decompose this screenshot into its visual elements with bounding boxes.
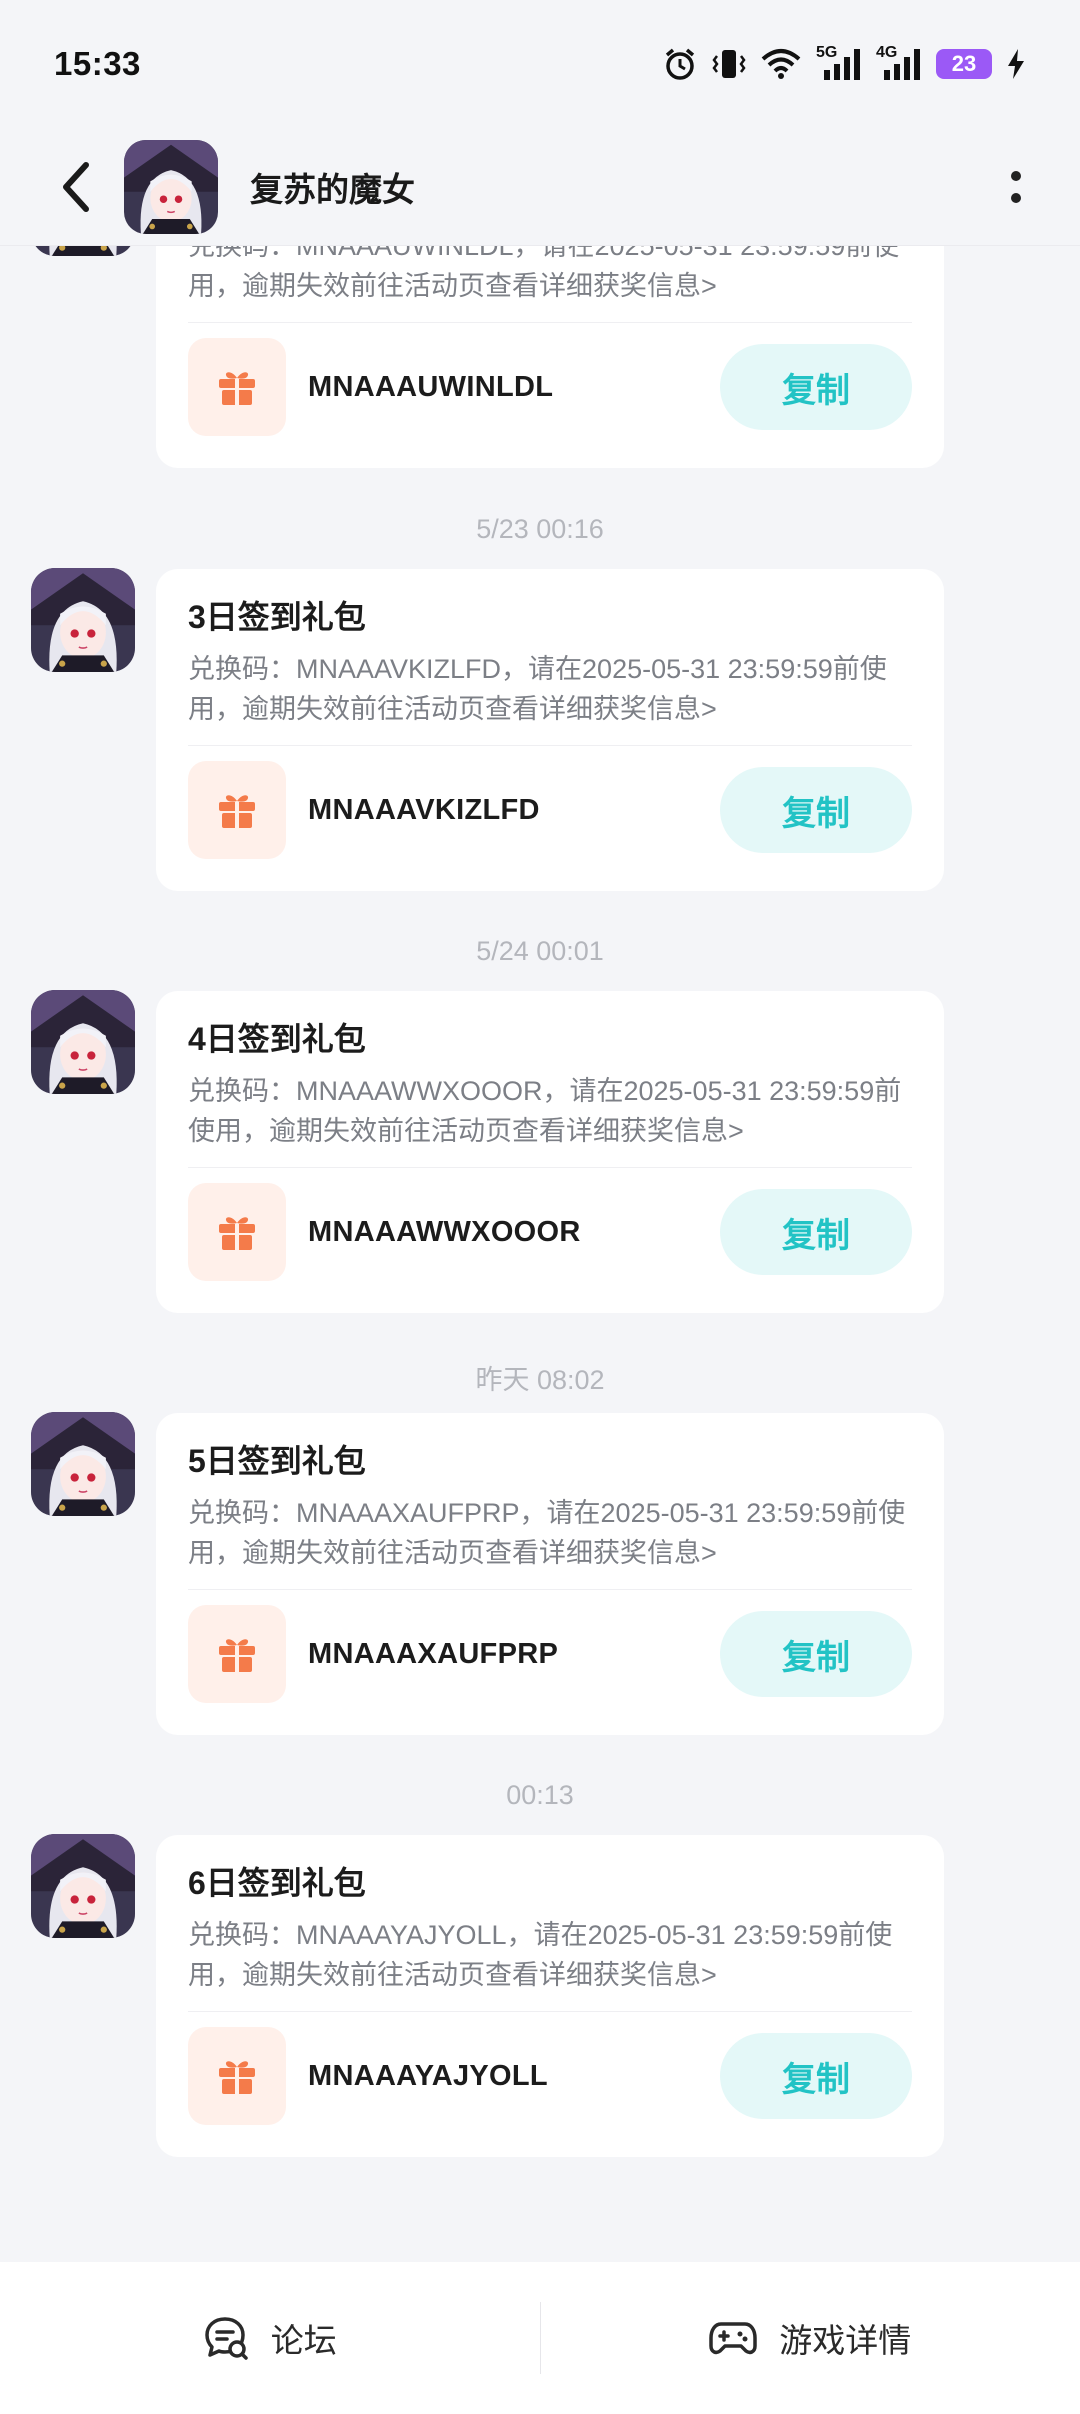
screen: 兑换码：MNAAAUWINLDL，请在2025-05-31 23:59:59前使… — [0, 0, 1080, 2414]
redeem-code: MNAAAUWINLDL — [308, 370, 554, 403]
status-time: 15:33 — [54, 45, 141, 82]
code-row: MNAAAXAUFPRP 复制 — [188, 1590, 912, 1718]
copy-button[interactable]: 复制 — [720, 1189, 912, 1275]
redeem-code: MNAAAVKIZLFD — [308, 793, 540, 826]
game-avatar[interactable] — [31, 1834, 135, 1938]
game-details-tab-label: 游戏详情 — [779, 2322, 912, 2359]
timestamp: 5/23 00:16 — [476, 514, 604, 544]
game-avatar[interactable] — [31, 1412, 135, 1516]
timestamp: 5/24 00:01 — [476, 936, 604, 966]
gift-icon — [188, 1183, 286, 1281]
code-row: MNAAAYAJYOLL 复制 — [188, 2012, 912, 2140]
game-details-tab[interactable]: 游戏详情 — [541, 2262, 1080, 2414]
card-title: 4日签到礼包 — [188, 1021, 366, 1057]
timestamp: 昨天 08:02 — [475, 1365, 605, 1395]
gift-icon — [188, 761, 286, 859]
copy-button[interactable]: 复制 — [720, 1611, 912, 1697]
copy-button[interactable]: 复制 — [720, 2033, 912, 2119]
card-description[interactable]: 兑换码：MNAAAVKIZLFD，请在2025-05-31 23:59:59前使… — [188, 649, 912, 729]
game-avatar[interactable] — [31, 990, 135, 1094]
charging-icon — [1008, 49, 1024, 79]
gift-icon — [188, 1605, 286, 1703]
gift-message-card: 6日签到礼包 兑换码：MNAAAYAJYOLL，请在2025-05-31 23:… — [156, 1835, 944, 2157]
card-title: 5日签到礼包 — [188, 1443, 366, 1479]
gift-icon — [188, 338, 286, 436]
code-row: MNAAAWWXOOOR 复制 — [188, 1168, 912, 1296]
redeem-code: MNAAAXAUFPRP — [308, 1637, 559, 1670]
signal-4g-icon: 4G — [876, 44, 922, 82]
chat-bubble-icon — [205, 2317, 248, 2360]
forum-tab-label: 论坛 — [270, 2322, 337, 2359]
gift-message-card: 3日签到礼包 兑换码：MNAAAVKIZLFD，请在2025-05-31 23:… — [156, 569, 944, 891]
signal-5g-icon: 5G — [816, 44, 862, 82]
timestamp: 00:13 — [506, 1780, 574, 1810]
back-button[interactable] — [36, 147, 116, 227]
more-vertical-icon[interactable] — [986, 147, 1046, 227]
bottom-bar: 论坛 游戏详情 — [0, 2262, 1080, 2414]
gift-message-card: 5日签到礼包 兑换码：MNAAAXAUFPRP，请在2025-05-31 23:… — [156, 1413, 944, 1735]
code-row: MNAAAUWINLDL 复制 — [188, 323, 912, 451]
card-title: 6日签到礼包 — [188, 1865, 366, 1901]
wifi-icon — [761, 49, 801, 79]
copy-button[interactable]: 复制 — [720, 767, 912, 853]
gift-message-card: 4日签到礼包 兑换码：MNAAAWWXOOOR，请在2025-05-31 23:… — [156, 991, 944, 1313]
status-bar: 15:33 5G 4G 23 — [0, 0, 1080, 128]
game-avatar[interactable] — [31, 568, 135, 672]
card-description[interactable]: 兑换码：MNAAAYAJYOLL，请在2025-05-31 23:59:59前使… — [188, 1915, 912, 1995]
header-game-avatar[interactable] — [124, 140, 218, 234]
redeem-code: MNAAAYAJYOLL — [308, 2059, 548, 2092]
card-description[interactable]: 兑换码：MNAAAWWXOOOR，请在2025-05-31 23:59:59前使… — [188, 1071, 912, 1151]
back-arrow-icon — [63, 161, 89, 212]
copy-button[interactable]: 复制 — [720, 344, 912, 430]
alarm-icon — [665, 48, 695, 80]
header: 复苏的魔女 — [0, 128, 1080, 246]
redeem-code: MNAAAWWXOOOR — [308, 1215, 581, 1248]
page-title: 复苏的魔女 — [250, 170, 415, 208]
card-title: 3日签到礼包 — [188, 599, 366, 635]
gift-icon — [188, 2027, 286, 2125]
code-row: MNAAAVKIZLFD 复制 — [188, 746, 912, 874]
vibrate-icon — [712, 50, 746, 78]
forum-tab[interactable]: 论坛 — [0, 2262, 540, 2414]
battery-icon: 23 — [936, 49, 992, 79]
card-description[interactable]: 兑换码：MNAAAXAUFPRP，请在2025-05-31 23:59:59前使… — [188, 1493, 912, 1573]
gamepad-icon — [709, 2322, 757, 2355]
status-icons: 5G 4G 23 — [662, 44, 1026, 82]
